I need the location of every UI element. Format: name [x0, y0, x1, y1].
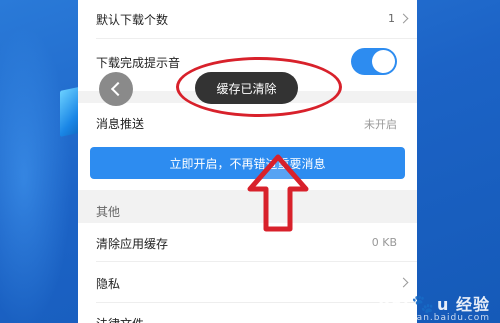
watermark-url: jingyan.baidu.com [389, 313, 490, 323]
section-title: 其他 [96, 205, 121, 219]
row-label: 隐私 [96, 277, 121, 291]
red-up-arrow-icon [247, 154, 309, 232]
row-label: 消息推送 [96, 117, 145, 131]
row-label: 法律文件 [96, 315, 144, 323]
back-button[interactable] [99, 72, 133, 106]
chevron-left-icon [110, 81, 126, 97]
row-value: 0 KB [371, 236, 397, 249]
chevron-right-icon [398, 277, 409, 288]
download-sound-toggle[interactable] [351, 48, 397, 75]
watermark-brand2: u [437, 295, 450, 314]
chevron-right-icon [398, 13, 409, 24]
row-legal[interactable]: 法律文件 [78, 303, 417, 323]
row-default-download-count[interactable]: 默认下载个数 1 [78, 0, 417, 38]
watermark-brand: Bai [378, 295, 410, 314]
baidu-jingyan-watermark: Bai 🐾 u 经验 jingyan.baidu.com [378, 291, 490, 323]
desktop-glow [0, 0, 80, 323]
row-value: 1 [388, 12, 395, 25]
row-label: 下载完成提示音 [96, 56, 181, 70]
red-highlight-ellipse [176, 57, 342, 117]
toggle-knob [372, 50, 395, 73]
watermark-suffix: 经验 [455, 295, 490, 314]
row-label: 默认下载个数 [96, 13, 169, 27]
row-label: 清除应用缓存 [96, 237, 169, 251]
paw-icon: 🐾 [411, 294, 436, 315]
row-privacy[interactable]: 隐私 [78, 262, 417, 302]
row-value: 未开启 [364, 118, 397, 131]
